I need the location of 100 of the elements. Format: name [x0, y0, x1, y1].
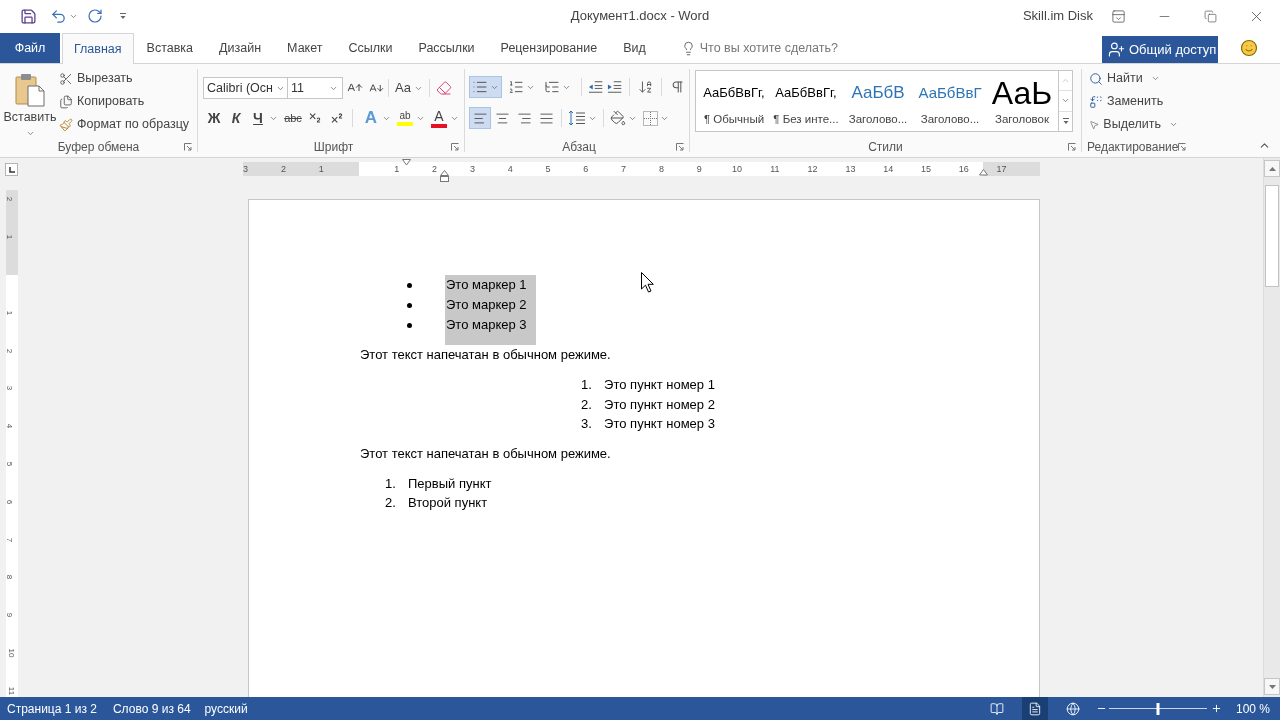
ribbon-tab[interactable]: Вид [610, 33, 659, 63]
replace-button[interactable]: Заменить [1089, 90, 1178, 113]
ruler-number: 1 [4, 234, 14, 240]
font-name-field[interactable]: Calibri (Осн [203, 77, 288, 99]
bullet-icon [407, 282, 412, 288]
restore-icon[interactable] [1203, 9, 1217, 23]
ribbon-tab[interactable]: Ссылки [335, 33, 406, 63]
ruler-number: 6 [4, 499, 14, 504]
scroll-up-button[interactable] [1264, 160, 1280, 177]
copy-button[interactable]: Копировать [59, 90, 190, 113]
gallery-more-icon[interactable] [1061, 117, 1070, 126]
right-indent-icon[interactable] [979, 169, 988, 176]
bold-button[interactable]: Ж [203, 107, 225, 129]
decrease-indent-icon[interactable] [588, 80, 604, 94]
share-button[interactable]: Общий доступ [1102, 36, 1218, 63]
align-left-button[interactable] [469, 107, 491, 129]
account-name: Skill.im Disk [1022, 7, 1093, 26]
page-icon [1027, 701, 1042, 716]
dialog-launcher-icon[interactable] [451, 143, 459, 151]
up-arrow-icon [1268, 166, 1276, 171]
ruler-number: 2 [432, 164, 438, 174]
paragraph-text: Этот текст напечатан в обычном режиме. [360, 346, 612, 364]
strikethrough-button[interactable]: abc [282, 107, 304, 129]
person-add-icon [1108, 41, 1125, 58]
caret-icon[interactable] [1150, 74, 1160, 83]
style-item[interactable]: АаЬ Заголовок [986, 71, 1058, 131]
down-arrow-icon [1268, 684, 1276, 689]
tab-selector-button[interactable] [5, 163, 18, 176]
select-button[interactable]: Выделить [1089, 113, 1178, 136]
ruler-number: 3 [469, 164, 475, 174]
bullets-button[interactable] [469, 76, 502, 98]
sort-icon[interactable] [637, 79, 653, 95]
italic-button[interactable]: К [225, 107, 247, 129]
smiley-icon[interactable] [1240, 39, 1258, 57]
list-item-text: Это маркер 1 [445, 275, 536, 295]
dialog-launcher-icon[interactable] [1178, 143, 1187, 151]
ruler-number: 2 [280, 164, 286, 174]
print-layout-button[interactable] [1021, 697, 1048, 720]
ribbon-tab[interactable]: Дизайн [206, 33, 275, 63]
ribbon-tab[interactable]: Вставка [133, 33, 207, 63]
hanging-indent-icon[interactable] [440, 170, 449, 182]
ruler-number: 16 [958, 164, 969, 174]
list-number: 1. [385, 474, 397, 493]
dialog-launcher-icon[interactable] [1068, 143, 1076, 151]
ribbon-tab[interactable]: Главная [62, 33, 134, 64]
scroll-down-button[interactable] [1264, 678, 1280, 695]
group-label: Буфер обмена [57, 139, 140, 156]
zoom-in-icon[interactable] [1210, 703, 1222, 714]
zoom-slider-thumb[interactable] [1156, 702, 1160, 715]
dialog-launcher-icon[interactable] [676, 143, 684, 151]
ruler-number: 1 [4, 310, 14, 315]
font-size-field[interactable]: 11 [288, 77, 343, 99]
ruler-number: 7 [4, 537, 14, 542]
find-button[interactable]: Найти [1089, 67, 1178, 90]
borders-icon[interactable] [643, 110, 658, 126]
ribbon-tab[interactable]: Рецензирование [487, 33, 611, 63]
format-painter-button[interactable]: Формат по образцу [59, 113, 190, 136]
ribbon-display-options-icon[interactable] [1110, 8, 1126, 24]
justify-icon [538, 110, 554, 126]
undo-icon[interactable] [50, 7, 67, 25]
numbered-list-icon [508, 79, 524, 95]
ruler-number: 15 [921, 164, 931, 174]
underline-button[interactable]: Ч [247, 107, 269, 129]
customize-toolbar-icon[interactable] [119, 12, 127, 20]
ribbon-tab[interactable]: Макет [274, 33, 336, 63]
font-color-button[interactable]: A [428, 107, 450, 129]
style-item[interactable]: АаБбВвГг, ¶ Без инте... [770, 71, 842, 131]
paste-button[interactable]: Вставить [3, 67, 57, 138]
caret-icon[interactable] [1169, 120, 1178, 129]
ruler-number: 9 [4, 612, 14, 618]
globe-icon [1065, 701, 1080, 716]
ruler-number: 5 [545, 164, 551, 174]
ruler-number: 1 [394, 164, 400, 174]
style-item[interactable]: АаБбВвГг, ¶ Обычный [698, 71, 770, 131]
style-item[interactable]: АаБбВ Заголово... [842, 71, 914, 131]
zoom-slider[interactable] [1108, 701, 1207, 716]
ruler-number: 4 [507, 164, 513, 174]
cut-button[interactable]: Вырезать [59, 67, 190, 90]
redo-icon[interactable] [87, 8, 103, 24]
align-left-icon [472, 110, 488, 126]
change-case-button[interactable]: Aa [393, 77, 425, 99]
caret-icon[interactable] [25, 129, 35, 138]
scrollbar-thumb[interactable] [1265, 185, 1279, 287]
ribbon-tab[interactable]: Рассылки [405, 33, 488, 63]
highlight-button[interactable]: ab [394, 107, 416, 129]
bullet-icon [407, 322, 412, 328]
clear-formatting-icon[interactable] [435, 80, 452, 96]
increase-indent-icon[interactable] [607, 80, 623, 94]
tell-me-field[interactable]: Что вы хотите сделать? [699, 38, 850, 58]
style-item[interactable]: АаБбВвГ Заголово... [914, 71, 986, 131]
group-label: Стили [868, 139, 903, 156]
shading-icon[interactable] [610, 110, 626, 126]
superscript-icon[interactable] [330, 111, 344, 125]
scissors-icon [59, 71, 73, 86]
list-item-text: Первый пункт [408, 474, 492, 493]
ribbon-tab[interactable]: Файл [0, 33, 60, 63]
line-spacing-icon[interactable] [568, 110, 586, 126]
save-icon[interactable] [20, 7, 37, 25]
subscript-icon[interactable] [308, 111, 322, 125]
dialog-launcher-icon[interactable] [184, 143, 192, 151]
